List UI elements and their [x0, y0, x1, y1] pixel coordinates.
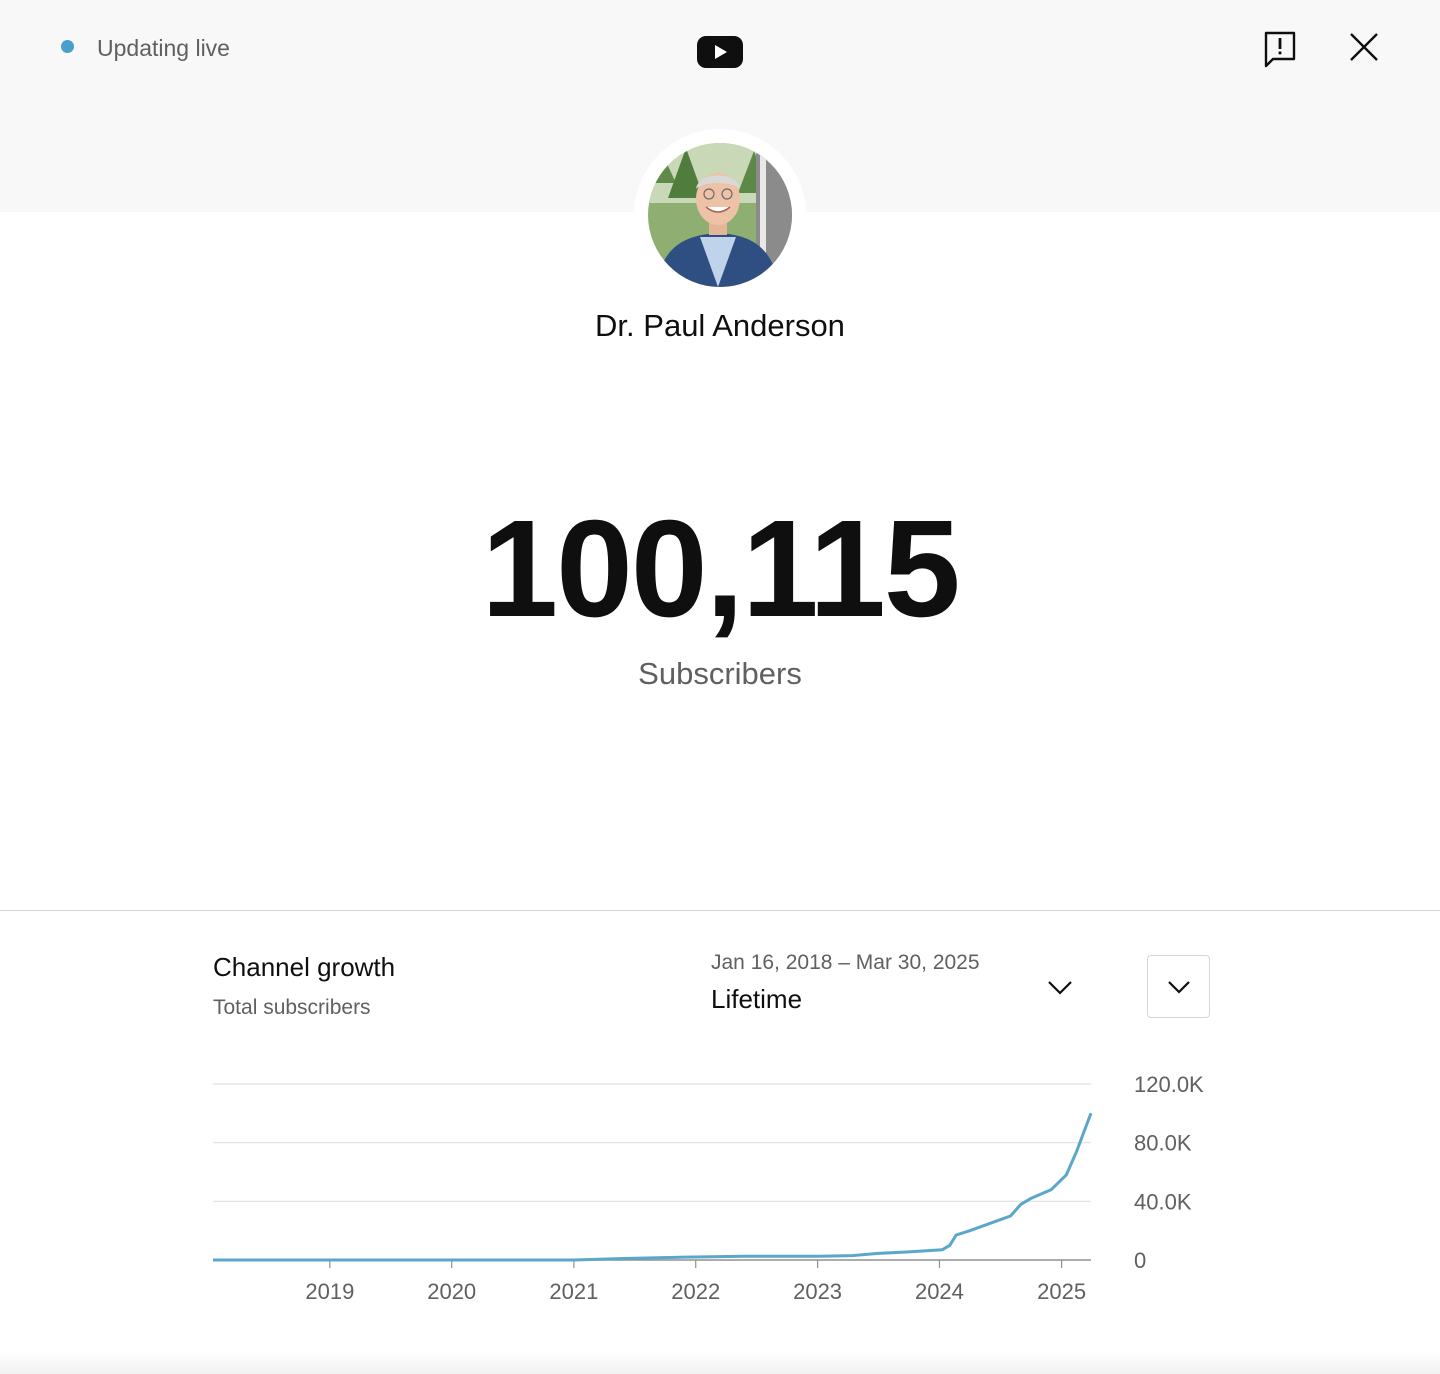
channel-avatar[interactable]	[648, 143, 792, 287]
channel-name[interactable]: Dr. Paul Anderson	[0, 308, 1440, 344]
growth-chart: 120.0K 80.0K 40.0K 0 2019 2020 2021 2022 2023 202…	[213, 1072, 1204, 1304]
y-tick-label: 80.0K	[1134, 1131, 1192, 1156]
bottom-shade	[0, 1352, 1440, 1374]
growth-title: Channel growth	[213, 952, 396, 982]
date-range-text[interactable]: Jan 16, 2018 – Mar 30, 2025	[711, 951, 980, 975]
youtube-logo-icon	[697, 36, 743, 68]
x-tick-label: 2020	[427, 1279, 476, 1304]
section-divider	[0, 910, 1440, 911]
chevron-down-icon[interactable]	[1046, 975, 1074, 999]
x-tick-label: 2019	[305, 1279, 354, 1304]
chevron-down-icon	[1168, 981, 1190, 994]
y-tick-label: 0	[1134, 1248, 1146, 1273]
y-tick-label: 120.0K	[1134, 1072, 1204, 1097]
subscriber-growth-line	[213, 1112, 1093, 1262]
x-tick-label: 2021	[549, 1279, 598, 1304]
subscriber-count: 100,115	[481, 492, 960, 646]
feedback-icon[interactable]	[1262, 30, 1298, 68]
x-tick-label: 2024	[915, 1279, 964, 1304]
y-tick-label: 40.0K	[1134, 1189, 1192, 1214]
x-tick-label: 2022	[671, 1279, 720, 1304]
expand-chart-button[interactable]	[1147, 955, 1210, 1018]
live-status-dot	[61, 40, 74, 53]
x-tick-label: 2023	[793, 1279, 842, 1304]
live-status-label: Updating live	[97, 35, 230, 61]
subscriber-label: Subscribers	[638, 656, 802, 691]
x-tick-label: 2025	[1037, 1279, 1086, 1304]
close-icon[interactable]	[1346, 29, 1382, 65]
growth-subtitle: Total subscribers	[213, 996, 371, 1019]
date-range-selector[interactable]: Lifetime	[711, 984, 802, 1015]
